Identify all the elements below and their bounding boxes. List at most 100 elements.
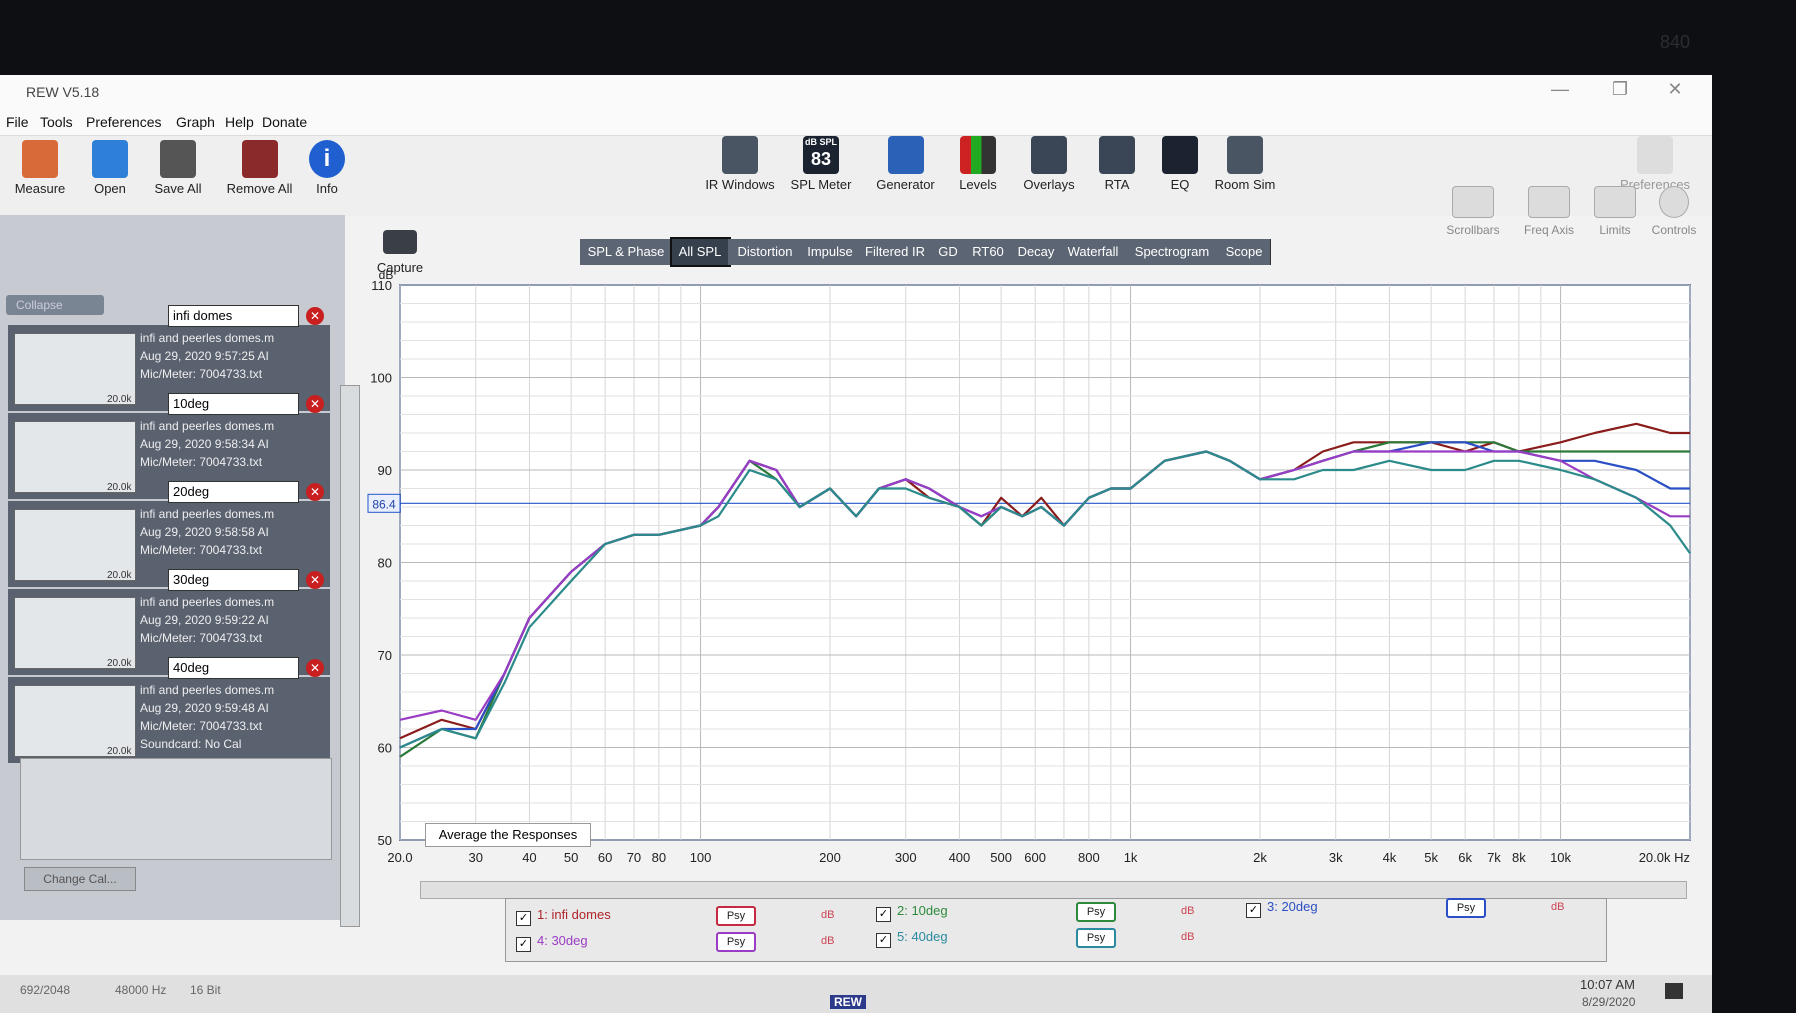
psy-smoothing-button[interactable]: Psy xyxy=(1076,928,1116,948)
spl-meter-icon: dB SPL 83 xyxy=(803,136,839,174)
menu-graph[interactable]: Graph xyxy=(176,114,215,130)
y-axis-label: dB xyxy=(379,268,394,282)
close-button[interactable]: ✕ xyxy=(1655,79,1695,103)
minimize-button[interactable]: — xyxy=(1540,79,1580,103)
generator-button[interactable]: Generator xyxy=(868,136,943,192)
change-cal-button[interactable]: Change Cal... xyxy=(24,867,136,891)
rta-button[interactable]: RTA xyxy=(1092,136,1142,192)
x-tick-label: 50 xyxy=(564,850,578,865)
freq-axis-button[interactable]: Freq Axis xyxy=(1514,186,1584,237)
measurements-panel: Collapse 20.0k infi domes ✕ infi and peerle… xyxy=(0,215,360,927)
legend-item: ✓ 2: 10deg xyxy=(876,903,948,922)
measure-label: Measure xyxy=(14,181,66,196)
psy-smoothing-button[interactable]: Psy xyxy=(1076,902,1116,922)
measurement-thumbnail: 20.0k xyxy=(14,333,136,405)
delete-measurement-icon[interactable]: ✕ xyxy=(306,571,324,589)
remove-all-label: Remove All xyxy=(226,181,293,196)
controls-button[interactable]: Controls xyxy=(1646,186,1702,237)
psy-smoothing-button[interactable]: Psy xyxy=(1446,898,1486,918)
x-tick-label: 80 xyxy=(652,850,666,865)
save-all-button[interactable]: Save All xyxy=(148,140,208,196)
limits-button[interactable]: Limits xyxy=(1590,186,1640,237)
db-offset-label[interactable]: dB xyxy=(821,909,834,921)
db-offset-label[interactable]: dB xyxy=(1181,905,1194,917)
db-offset-label[interactable]: dB xyxy=(1181,931,1194,943)
info-button[interactable]: i Info xyxy=(305,140,349,196)
x-tick-label: 500 xyxy=(990,850,1012,865)
controls-label: Controls xyxy=(1651,223,1697,237)
measurement-item[interactable]: 20.0k 40deg ✕ infi and peerles domes.m Aug 2… xyxy=(8,657,330,763)
delete-measurement-icon[interactable]: ✕ xyxy=(306,307,324,325)
legend-checkbox[interactable]: ✓ xyxy=(876,907,891,922)
generator-label: Generator xyxy=(876,177,935,192)
legend-checkbox[interactable]: ✓ xyxy=(516,937,531,952)
scrollbars-label: Scrollbars xyxy=(1446,223,1500,237)
legend-checkbox[interactable]: ✓ xyxy=(516,911,531,926)
levels-button[interactable]: Levels xyxy=(948,136,1008,192)
taskbar-rew-app[interactable]: REW xyxy=(830,995,866,1009)
menu-preferences[interactable]: Preferences xyxy=(86,114,161,130)
delete-measurement-icon[interactable]: ✕ xyxy=(306,483,324,501)
measurement-date: Aug 29, 2020 9:57:25 AI xyxy=(140,349,269,363)
spl-graph: 50 60 70 80 90 100 110 dB 20.0 30 40 50 60 70 80 100 200… xyxy=(340,260,1710,880)
maximize-button[interactable]: ❐ xyxy=(1600,79,1640,103)
gear-icon xyxy=(1659,186,1689,218)
overlays-icon xyxy=(1031,136,1067,174)
horizontal-scrollbar[interactable] xyxy=(420,881,1687,899)
x-tick-label: 7k xyxy=(1487,850,1501,865)
x-tick-label: 100 xyxy=(690,850,712,865)
eq-button[interactable]: EQ xyxy=(1155,136,1205,192)
scrollbars-button[interactable]: Scrollbars xyxy=(1440,186,1506,237)
measurement-file: infi and peerles domes.m xyxy=(140,419,275,433)
legend-item: ✓ 4: 30deg xyxy=(516,933,588,952)
window-title: REW V5.18 xyxy=(26,84,100,100)
x-tick-label: 1k xyxy=(1124,850,1138,865)
psy-smoothing-button[interactable]: Psy xyxy=(716,906,756,926)
x-tick-label: 400 xyxy=(949,850,971,865)
save-icon xyxy=(160,140,196,178)
title-bar: REW V5.18 — ❐ ✕ xyxy=(0,75,1712,109)
x-tick-label: 30 xyxy=(468,850,482,865)
menu-help[interactable]: Help xyxy=(225,114,254,130)
open-label: Open xyxy=(94,181,126,196)
spl-meter-button[interactable]: dB SPL 83 SPL Meter xyxy=(786,136,856,192)
measurement-name-field[interactable]: 40deg xyxy=(168,657,299,679)
measurement-date: Aug 29, 2020 9:59:48 AI xyxy=(140,701,269,715)
measurement-name-field[interactable]: 10deg xyxy=(168,393,299,415)
measurement-file: infi and peerles domes.m xyxy=(140,683,275,697)
ir-windows-icon xyxy=(722,136,758,174)
delete-measurement-icon[interactable]: ✕ xyxy=(306,659,324,677)
measurement-name-field[interactable]: infi domes xyxy=(168,305,299,327)
generator-icon xyxy=(887,136,924,174)
collapse-button[interactable]: Collapse xyxy=(6,295,104,315)
menu-tools[interactable]: Tools xyxy=(40,114,73,130)
psy-smoothing-button[interactable]: Psy xyxy=(716,932,756,952)
menu-file[interactable]: File xyxy=(6,114,29,130)
legend-checkbox[interactable]: ✓ xyxy=(876,933,891,948)
info-label: Info xyxy=(316,181,338,196)
overlays-button[interactable]: Overlays xyxy=(1014,136,1084,192)
legend-checkbox[interactable]: ✓ xyxy=(1246,903,1261,918)
menu-donate[interactable]: Donate xyxy=(262,114,307,130)
delete-measurement-icon[interactable]: ✕ xyxy=(306,395,324,413)
ir-windows-button[interactable]: IR Windows xyxy=(700,136,780,192)
change-cal-label: Change Cal... xyxy=(43,872,117,886)
preferences-button[interactable]: Preferences xyxy=(1612,136,1698,192)
average-responses-button[interactable]: Average the Responses xyxy=(425,823,591,847)
measurement-name-field[interactable]: 20deg xyxy=(168,481,299,503)
legend-item: ✓ 3: 20deg xyxy=(1246,899,1318,918)
collapse-label: Collapse xyxy=(16,298,63,312)
db-offset-label[interactable]: dB xyxy=(821,935,834,947)
measurement-name-field[interactable]: 30deg xyxy=(168,569,299,591)
room-sim-button[interactable]: Room Sim xyxy=(1210,136,1280,192)
notification-icon[interactable] xyxy=(1665,983,1683,999)
empty-list-area xyxy=(20,758,332,860)
rta-icon xyxy=(1099,136,1135,174)
open-button[interactable]: Open xyxy=(80,140,140,196)
remove-all-button[interactable]: Remove All xyxy=(222,140,297,196)
spl-graph-svg: 5060708090100110dB20.0 30 40 50 60 70 80 100 200… xyxy=(367,268,1691,865)
legend-label: 2: 10deg xyxy=(897,903,948,918)
db-offset-label[interactable]: dB xyxy=(1551,901,1564,913)
measure-button[interactable]: Measure xyxy=(10,140,70,196)
legend-label: 3: 20deg xyxy=(1267,899,1318,914)
